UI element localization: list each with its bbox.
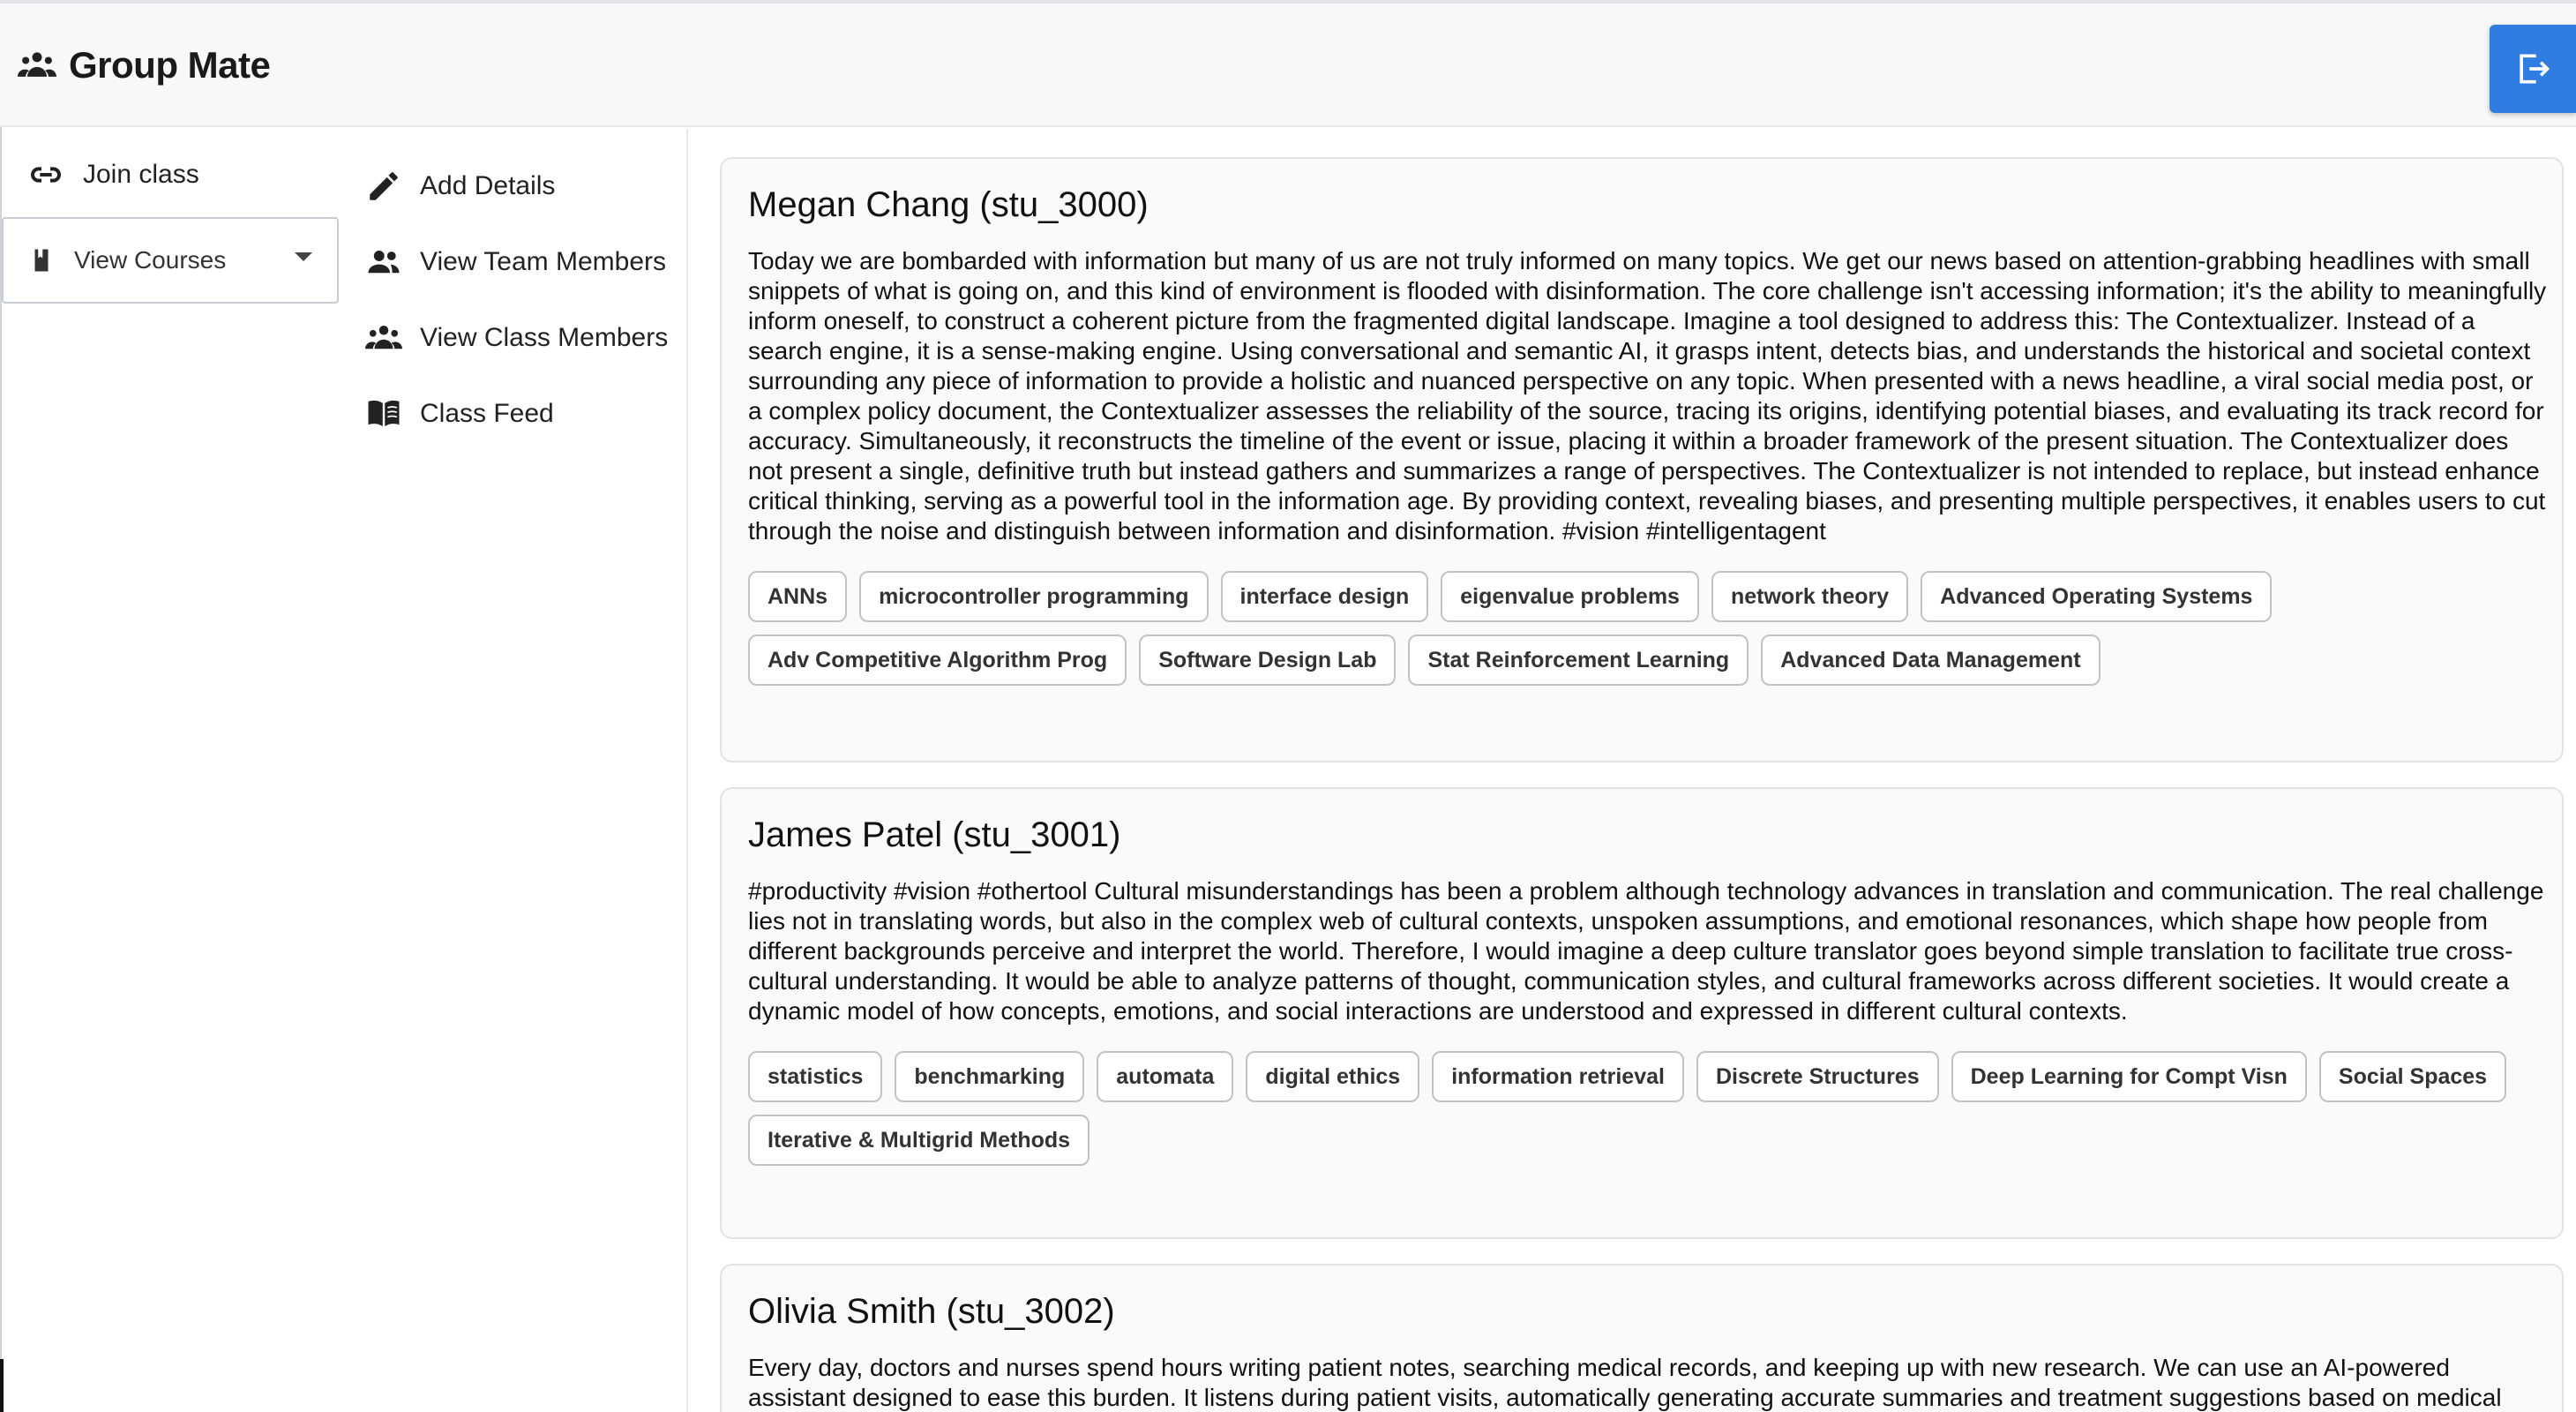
post-author: James Patel (stu_3001) [748,815,1121,854]
tag-chip[interactable]: Discrete Structures [1696,1051,1939,1102]
tag-chip[interactable]: network theory [1711,571,1909,622]
post-card: Megan Chang (stu_3000) Today we are bomb… [720,157,2564,762]
nav-add-details[interactable]: Add Details [365,168,555,205]
book-open-icon [368,400,400,426]
class-sidebar: Join class View Courses [0,129,353,1412]
chevron-down-icon [295,252,312,261]
tag-chip[interactable]: digital ethics [1246,1051,1420,1102]
tag-chip[interactable]: microcontroller programming [859,571,1209,622]
group-icon [18,52,56,77]
tag-chip[interactable]: Advanced Operating Systems [1921,571,2273,622]
actions-sidebar: Add Details View Team Members View Class… [353,129,688,1412]
app-title: Group Mate [69,44,271,86]
tag-list: ANNs microcontroller programming interfa… [748,571,2548,686]
post-author: Olivia Smith (stu_3002) [748,1292,1115,1331]
tag-chip[interactable]: Advanced Data Management [1761,635,2100,686]
tag-chip[interactable]: interface design [1220,571,1429,622]
brand: Group Mate [18,44,271,86]
top-bar: Group Mate [0,0,2576,127]
tag-chip[interactable]: Stat Reinforcement Learning [1408,635,1749,686]
nav-view-class-members[interactable]: View Class Members [365,319,668,357]
post-card: Olivia Smith (stu_3002) Every day, docto… [720,1264,2564,1412]
post-text: Today we are bombarded with information … [748,247,2547,545]
tag-chip[interactable]: benchmarking [895,1051,1085,1102]
post-author: Megan Chang (stu_3000) [748,185,1149,224]
nav-view-team-members[interactable]: View Team Members [365,244,666,281]
tag-chip[interactable]: eigenvalue problems [1441,571,1699,622]
tag-chip[interactable]: information retrieval [1432,1051,1684,1102]
nav-label: Add Details [420,171,556,200]
tag-chip[interactable]: automata [1097,1051,1234,1102]
book-icon [34,249,49,272]
pencil-icon [370,172,398,200]
link-icon [31,167,61,183]
join-class-label: Join class [83,160,199,189]
tag-chip[interactable]: Social Spaces [2318,1051,2507,1102]
post-text: Every day, doctors and nurses spend hour… [748,1354,2502,1411]
class-group-icon [365,326,402,349]
tag-chip[interactable]: statistics [748,1051,883,1102]
tag-chip[interactable]: Iterative & Multigrid Methods [748,1115,1090,1166]
post-card: James Patel (stu_3001) #productivity #vi… [720,787,2564,1239]
tag-chip[interactable]: ANNs [748,571,848,622]
join-class-link[interactable]: Join class [28,157,199,192]
post-text: #productivity #vision #othertool Cultura… [748,877,2544,1025]
logout-button[interactable] [2490,25,2576,113]
logout-icon [2520,54,2550,84]
tag-chip[interactable]: Adv Competitive Algorithm Prog [748,635,1127,686]
view-courses-dropdown[interactable]: View Courses [2,217,339,304]
view-courses-label: View Courses [74,246,227,274]
nav-label: View Class Members [420,323,669,352]
tag-chip[interactable]: Deep Learning for Compt Visn [1951,1051,2307,1102]
tag-list: statistics benchmarking automata digital… [748,1051,2548,1166]
nav-label: View Team Members [420,247,666,276]
team-icon [368,251,400,274]
nav-label: Class Feed [420,399,554,428]
nav-class-feed[interactable]: Class Feed [365,395,554,432]
tag-chip[interactable]: Software Design Lab [1139,635,1397,686]
